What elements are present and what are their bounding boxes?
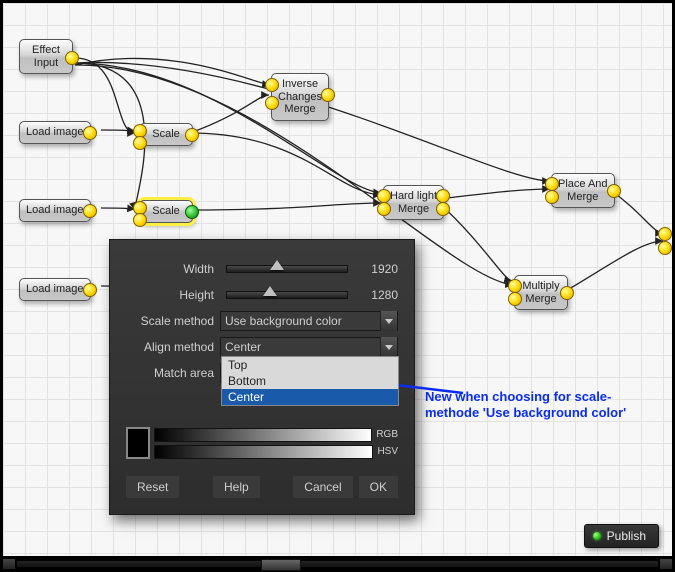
- chevron-down-icon: [380, 337, 397, 357]
- node-label: Load image: [26, 283, 84, 295]
- node-multiply-merge[interactable]: Multiply Merge: [514, 275, 568, 310]
- node-label: Scale: [152, 205, 180, 217]
- node-label: Place And Merge: [558, 178, 608, 203]
- status-led-icon: [593, 532, 601, 540]
- scale-method-select[interactable]: Use background color: [220, 311, 398, 331]
- slider-thumb[interactable]: [263, 286, 277, 296]
- publish-button[interactable]: Publish: [584, 524, 659, 548]
- node-load-image-2[interactable]: Load image: [19, 199, 91, 222]
- node-label: Hard light Merge: [390, 190, 437, 215]
- node-label: Load image: [26, 204, 84, 216]
- hsv-label: HSV: [377, 446, 398, 457]
- node-load-image-1[interactable]: Load image: [19, 121, 91, 144]
- node-load-image-3[interactable]: Load image: [19, 278, 91, 301]
- align-method-label: Align method: [126, 340, 220, 354]
- height-label: Height: [126, 288, 220, 302]
- align-option-top[interactable]: Top: [222, 357, 398, 373]
- publish-label: Publish: [607, 529, 646, 543]
- align-option-bottom[interactable]: Bottom: [222, 373, 398, 389]
- node-label: Scale: [152, 128, 180, 140]
- graph-canvas[interactable]: Effect Input Load image Load image Load …: [3, 3, 672, 556]
- width-slider[interactable]: [226, 265, 348, 273]
- match-area-label: Match area: [126, 366, 220, 380]
- ok-button[interactable]: OK: [359, 476, 398, 498]
- cancel-button[interactable]: Cancel: [293, 476, 352, 498]
- chevron-down-icon: [380, 311, 397, 331]
- rgb-label: RGB: [376, 429, 398, 440]
- width-value: 1920: [354, 262, 398, 276]
- node-label: Multiply Merge: [522, 280, 559, 305]
- scale-settings-dialog: Width 1920 Height 1280 Scale method Use …: [109, 239, 415, 515]
- node-label: Load image: [26, 126, 84, 138]
- align-method-select[interactable]: Center Top Bottom Center: [220, 337, 398, 357]
- select-value: Use background color: [225, 314, 342, 328]
- reset-button[interactable]: Reset: [126, 476, 179, 498]
- height-slider[interactable]: [226, 291, 348, 299]
- node-inverse-changes-merge[interactable]: Inverse Changes Merge: [271, 73, 329, 121]
- rgb-gradient[interactable]: [154, 428, 372, 442]
- help-button[interactable]: Help: [213, 476, 260, 498]
- scale-method-label: Scale method: [126, 314, 220, 328]
- slider-thumb[interactable]: [270, 260, 284, 270]
- annotation-text: New when choosing for scale- methode 'Us…: [425, 389, 665, 422]
- node-hard-light-merge[interactable]: Hard light Merge: [383, 185, 444, 220]
- node-place-and-merge[interactable]: Place And Merge: [551, 173, 615, 208]
- color-swatch[interactable]: [126, 427, 150, 459]
- node-scale-1[interactable]: Scale: [139, 123, 193, 146]
- select-value: Center: [225, 340, 261, 354]
- node-scale-selected[interactable]: Scale: [139, 200, 193, 223]
- align-option-center[interactable]: Center: [222, 389, 398, 405]
- hsv-gradient[interactable]: [154, 445, 373, 459]
- node-label: Inverse Changes Merge: [278, 78, 322, 115]
- node-effect-input[interactable]: Effect Input: [19, 39, 73, 74]
- horizontal-scrollbar[interactable]: [3, 559, 672, 569]
- node-label: Effect Input: [32, 44, 60, 69]
- scrollbar-handle[interactable]: [261, 559, 301, 571]
- height-value: 1280: [354, 288, 398, 302]
- width-label: Width: [126, 262, 220, 276]
- align-method-dropdown: Top Bottom Center: [221, 356, 399, 406]
